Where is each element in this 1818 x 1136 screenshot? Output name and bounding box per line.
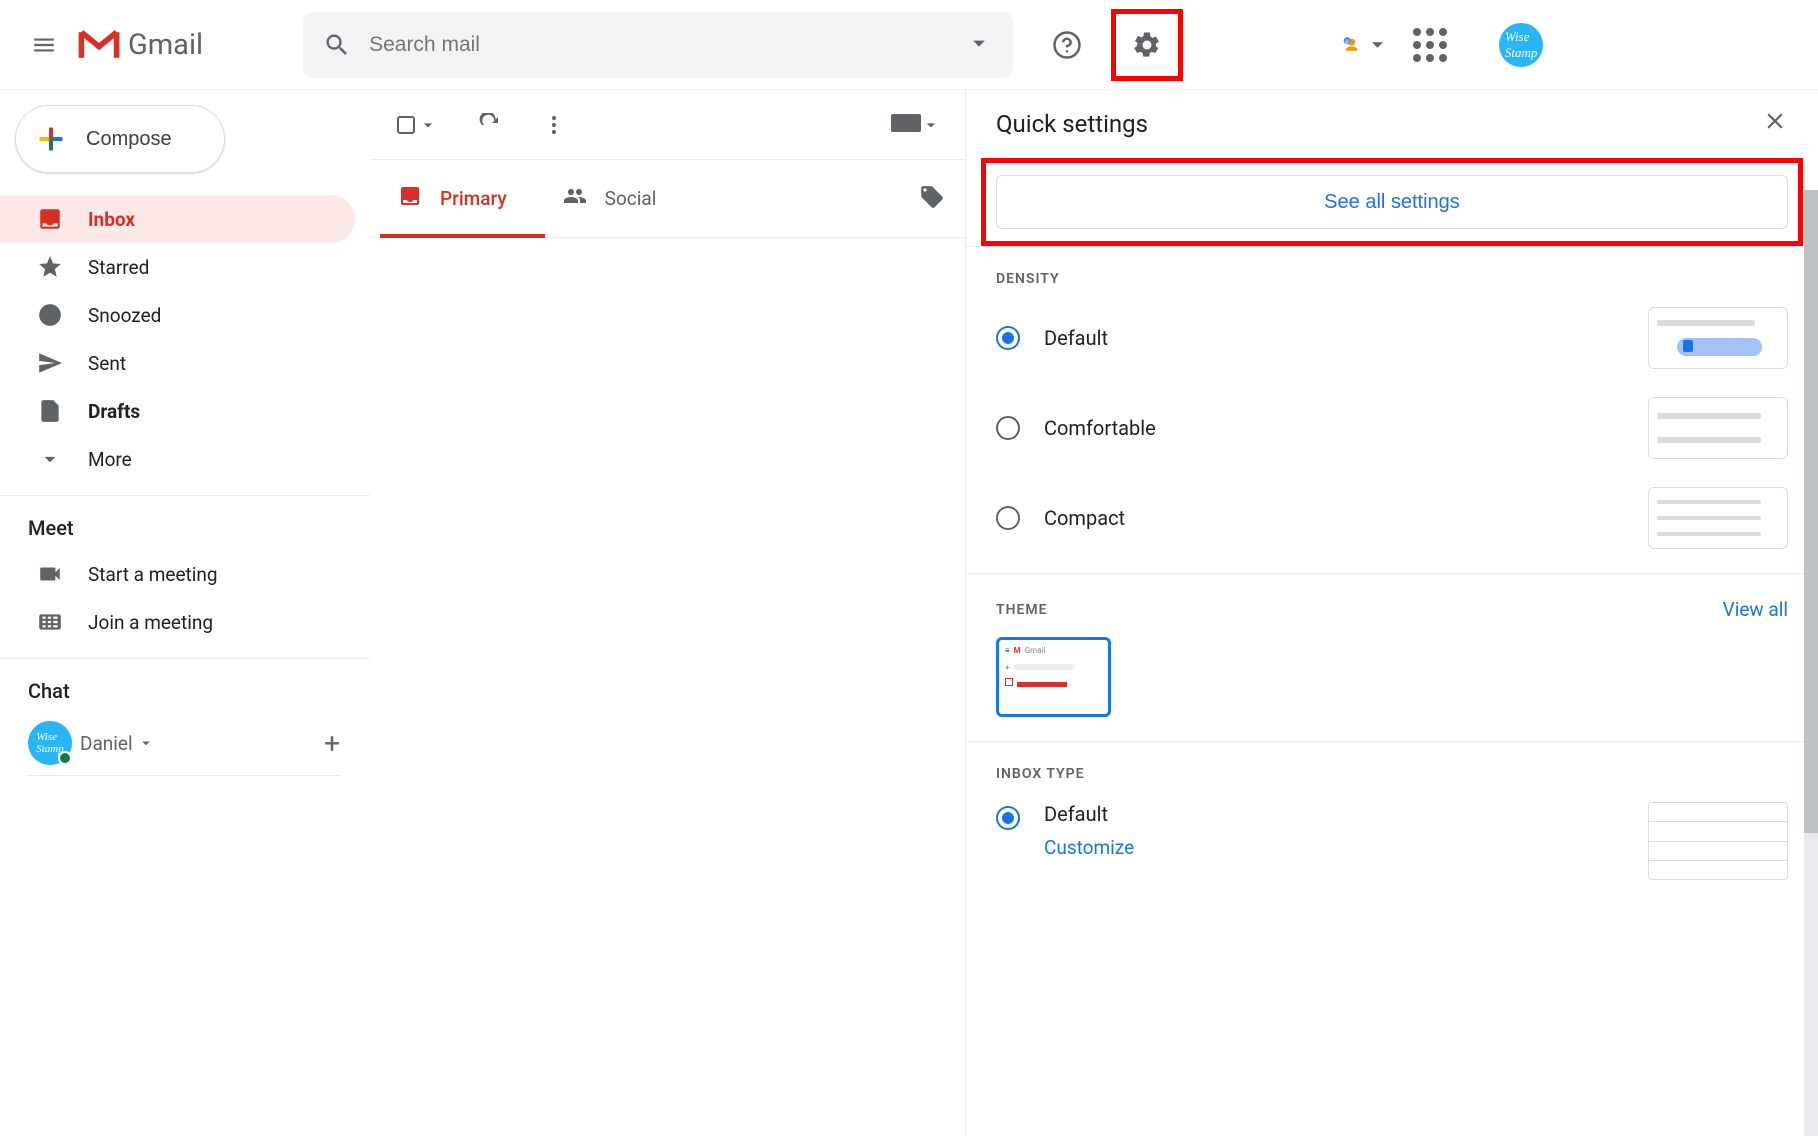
- meet-section-title: Meet: [0, 495, 370, 550]
- chevron-down-icon: [137, 734, 155, 752]
- refresh-button[interactable]: [478, 113, 502, 137]
- main-menu-button[interactable]: [20, 21, 68, 69]
- chat-avatar[interactable]: WiseStamp: [28, 721, 72, 765]
- gmail-logo-text: Gmail: [128, 28, 203, 62]
- chat-user-name[interactable]: Daniel: [80, 732, 155, 755]
- search-bar[interactable]: [303, 12, 1013, 78]
- svg-text:@: @: [1345, 38, 1350, 44]
- tab-promotions[interactable]: [919, 184, 945, 214]
- profile-avatar[interactable]: WiseStamp: [1499, 23, 1543, 67]
- sidebar-item-starred[interactable]: Starred: [0, 243, 355, 291]
- density-preview-default[interactable]: [1648, 307, 1788, 369]
- checkbox-outline-icon: [394, 113, 418, 137]
- sidebar-label: Drafts: [88, 400, 140, 423]
- tab-label: Social: [605, 187, 657, 210]
- density-label: Default: [1044, 326, 1108, 350]
- density-preview-comfortable[interactable]: [1648, 397, 1788, 459]
- new-chat-button[interactable]: +: [324, 727, 340, 760]
- close-quick-settings-button[interactable]: [1762, 108, 1788, 140]
- plus-multicolor-icon: [34, 122, 68, 156]
- chat-section-title: Chat: [0, 658, 370, 713]
- tab-primary[interactable]: Primary: [370, 160, 535, 237]
- arrow-drop-down-icon: [418, 115, 438, 135]
- gmail-m-icon: [78, 29, 120, 61]
- join-meeting-button[interactable]: Join a meeting: [0, 598, 355, 646]
- more-vert-icon: [542, 113, 566, 137]
- send-icon: [37, 350, 63, 376]
- apps-grid-icon: [1413, 28, 1457, 62]
- more-actions-button[interactable]: [542, 113, 566, 137]
- arrow-drop-down-icon: [921, 115, 941, 135]
- density-radio-default[interactable]: [996, 326, 1020, 350]
- sidebar-label: More: [88, 448, 132, 471]
- density-radio-comfortable[interactable]: [996, 416, 1020, 440]
- density-label: Comfortable: [1044, 416, 1156, 440]
- compose-label: Compose: [86, 128, 172, 151]
- sidebar-label: Inbox: [88, 208, 135, 231]
- gmail-logo[interactable]: Gmail: [78, 28, 203, 62]
- close-icon: [1762, 108, 1788, 134]
- support-button[interactable]: [1043, 21, 1091, 69]
- refresh-icon: [478, 113, 502, 137]
- inbox-type-section-title: Inbox type: [996, 766, 1788, 782]
- tab-social[interactable]: Social: [535, 160, 685, 237]
- keyboard-icon: [891, 114, 921, 136]
- input-tools-button[interactable]: [891, 114, 941, 136]
- chevron-down-icon: [1364, 31, 1391, 58]
- arrow-drop-down-icon: [965, 29, 993, 57]
- sidebar-item-snoozed[interactable]: Snoozed: [0, 291, 355, 339]
- meet-label: Start a meeting: [88, 563, 218, 586]
- search-options-dropdown[interactable]: [965, 29, 993, 61]
- hamburger-icon: [31, 32, 57, 58]
- see-all-settings-highlight: See all settings: [981, 158, 1803, 246]
- people-icon: [563, 184, 587, 208]
- tag-icon: [919, 184, 945, 210]
- star-icon: [37, 254, 63, 280]
- presence-indicator-icon: [58, 751, 72, 765]
- compose-button[interactable]: Compose: [15, 105, 225, 173]
- start-meeting-button[interactable]: Start a meeting: [0, 550, 355, 598]
- chevron-down-icon: [37, 446, 63, 472]
- see-all-settings-button[interactable]: See all settings: [996, 175, 1788, 229]
- account-switcher[interactable]: @: [1343, 21, 1391, 69]
- sidebar-label: Snoozed: [88, 304, 161, 327]
- sidebar-label: Sent: [88, 352, 126, 375]
- sidebar-item-sent[interactable]: Sent: [0, 339, 355, 387]
- density-preview-compact[interactable]: [1648, 487, 1788, 549]
- inbox-icon: [398, 184, 422, 208]
- inbox-type-label: Default: [1044, 802, 1134, 826]
- quick-settings-title: Quick settings: [996, 110, 1148, 138]
- google-apps-button[interactable]: [1411, 21, 1459, 69]
- gear-icon: [1132, 30, 1162, 60]
- density-radio-compact[interactable]: [996, 506, 1020, 530]
- settings-button[interactable]: [1111, 9, 1183, 81]
- select-all-checkbox[interactable]: [394, 113, 438, 137]
- search-input[interactable]: [369, 33, 965, 57]
- inbox-customize-link[interactable]: Customize: [1044, 836, 1134, 859]
- sidebar-label: Starred: [88, 256, 149, 279]
- inbox-type-radio-default[interactable]: [996, 806, 1020, 830]
- tab-label: Primary: [440, 187, 507, 210]
- sidebar-item-more[interactable]: More: [0, 435, 355, 483]
- sidebar-item-inbox[interactable]: Inbox: [0, 195, 355, 243]
- meet-label: Join a meeting: [88, 611, 213, 634]
- divider: [28, 775, 340, 776]
- file-icon: [37, 398, 63, 424]
- user-badge-icon: @: [1343, 31, 1360, 59]
- inbox-type-preview-default[interactable]: [1648, 802, 1788, 880]
- search-icon: [323, 31, 351, 59]
- density-section-title: Density: [996, 271, 1788, 287]
- sidebar-item-drafts[interactable]: Drafts: [0, 387, 355, 435]
- video-icon: [37, 561, 63, 587]
- scrollbar[interactable]: [1804, 190, 1818, 1136]
- inbox-icon: [37, 206, 63, 232]
- density-label: Compact: [1044, 506, 1125, 530]
- theme-thumbnail-default[interactable]: ≡MGmail +: [996, 637, 1111, 717]
- theme-view-all-link[interactable]: View all: [1723, 598, 1788, 621]
- keyboard-icon: [37, 609, 63, 635]
- clock-icon: [37, 302, 63, 328]
- theme-section-title: Theme: [996, 602, 1048, 618]
- help-icon: [1052, 30, 1082, 60]
